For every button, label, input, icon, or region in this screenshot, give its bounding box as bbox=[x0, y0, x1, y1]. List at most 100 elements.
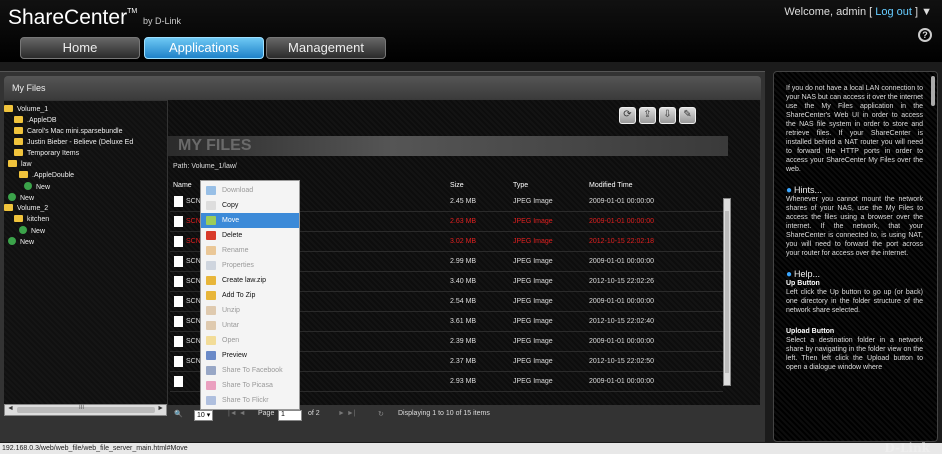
tree-item[interactable]: Carol's Mac mini.sparsebundle bbox=[14, 127, 123, 137]
scroll-thumb[interactable] bbox=[17, 407, 155, 413]
first-page-icon[interactable]: |◄ ◄ bbox=[228, 410, 246, 417]
welcome-suffix[interactable]: ] ▼ bbox=[915, 6, 932, 18]
refresh-icon[interactable]: ⟳ bbox=[619, 107, 636, 124]
cell-type: JPEG Image bbox=[513, 278, 553, 285]
title-strip bbox=[168, 136, 728, 156]
files-title: MY FILES bbox=[178, 137, 252, 154]
menu-item-download[interactable]: Download bbox=[201, 183, 299, 198]
menu-item-rename[interactable]: Rename bbox=[201, 243, 299, 258]
help-heading: ● Help... bbox=[786, 269, 821, 280]
tree-item-label: .AppleDB bbox=[27, 117, 57, 124]
menu-item-move[interactable]: Move bbox=[201, 213, 299, 228]
menu-item-share-to-flickr[interactable]: Share To Flickr bbox=[201, 393, 299, 408]
page-input[interactable]: 1 bbox=[278, 410, 302, 421]
page-size-select[interactable]: 10 ▾ bbox=[194, 410, 214, 421]
sharecenter-logo: ShareCenterTM by D-Link bbox=[8, 6, 181, 30]
menu-item-share-to-facebook[interactable]: Share To Facebook bbox=[201, 363, 299, 378]
help-icon[interactable]: ? bbox=[918, 28, 932, 42]
scroll-right-arrow[interactable]: ► bbox=[157, 405, 164, 412]
tree-item-label: Temporary Items bbox=[27, 150, 80, 157]
tree-item[interactable]: kitchen bbox=[14, 215, 49, 225]
menu-item-label: Share To Flickr bbox=[222, 397, 269, 404]
displaying-text: Displaying 1 to 10 of 15 items bbox=[398, 410, 490, 417]
page-total: of 2 bbox=[308, 410, 320, 417]
cell-modified: 2012-10-15 22:02:50 bbox=[589, 358, 654, 365]
app-name: ShareCenter bbox=[8, 6, 128, 29]
menu-item-label: Share To Facebook bbox=[222, 367, 283, 374]
list-vertical-scrollbar[interactable] bbox=[723, 198, 731, 386]
delete-icon bbox=[206, 231, 216, 240]
menu-item-add-to-zip[interactable]: Add To Zip bbox=[201, 288, 299, 303]
tab-management[interactable]: Management bbox=[266, 37, 386, 59]
cell-modified: 2009-01-01 00:00:00 bbox=[589, 198, 654, 205]
tree-item[interactable]: New bbox=[19, 226, 45, 236]
list-scroll-thumb[interactable] bbox=[725, 211, 729, 373]
cell-size: 2.39 MB bbox=[450, 338, 477, 345]
folder-icon bbox=[19, 171, 28, 178]
upload-icon[interactable]: ⇪ bbox=[639, 107, 656, 124]
path-label: Path: bbox=[173, 163, 190, 170]
menu-item-properties[interactable]: Properties bbox=[201, 258, 299, 273]
column-name[interactable]: Name bbox=[173, 182, 192, 189]
menu-item-untar[interactable]: Untar bbox=[201, 318, 299, 333]
menu-item-label: Open bbox=[222, 337, 240, 344]
up-button-text: Left click the Up button to go up (or ba… bbox=[786, 289, 923, 314]
tree-item[interactable]: .AppleDB bbox=[14, 116, 57, 126]
menu-item-copy[interactable]: Copy bbox=[201, 198, 299, 213]
menu-item-delete[interactable]: Delete bbox=[201, 228, 299, 243]
menu-item-open[interactable]: Open bbox=[201, 333, 299, 348]
properties-icon bbox=[206, 261, 216, 270]
tree-item[interactable]: law bbox=[8, 160, 32, 170]
file-icon bbox=[174, 276, 183, 287]
help-scrollbar[interactable] bbox=[931, 76, 935, 106]
menu-item-unzip[interactable]: Unzip bbox=[201, 303, 299, 318]
menu-item-label: Delete bbox=[222, 232, 243, 239]
logout-link[interactable]: Log out bbox=[875, 6, 912, 18]
tree-item[interactable]: Temporary Items bbox=[14, 149, 79, 159]
scroll-left-arrow[interactable]: ◄ bbox=[7, 405, 14, 412]
refresh-icon[interactable]: ↻ bbox=[378, 410, 384, 418]
scroll-grip: III bbox=[79, 405, 85, 411]
menu-item-label: Move bbox=[222, 217, 240, 224]
tree-item[interactable]: New bbox=[8, 237, 34, 247]
tab-home[interactable]: Home bbox=[20, 37, 140, 59]
tree-item[interactable]: New bbox=[8, 193, 34, 203]
tree-item[interactable]: Justin Bieber - Believe (Deluxe Ed bbox=[14, 138, 133, 148]
plus-icon bbox=[8, 237, 16, 245]
cell-type: JPEG Image bbox=[513, 298, 553, 305]
menu-item-create-law-zip[interactable]: Create law.zip bbox=[201, 273, 299, 288]
tree-horizontal-scrollbar[interactable]: ◄ III ► bbox=[4, 404, 167, 416]
tree-item-label: law bbox=[21, 161, 32, 168]
cell-size: 2.45 MB bbox=[450, 198, 477, 205]
tree-item-label: New bbox=[36, 184, 51, 191]
cell-size: 3.02 MB bbox=[450, 238, 477, 245]
cell-modified: 2009-01-01 00:00:00 bbox=[589, 298, 654, 305]
tree-item[interactable]: .AppleDouble bbox=[19, 171, 74, 181]
tree-item[interactable]: New bbox=[24, 182, 50, 192]
cell-modified: 2012-10-15 22:02:18 bbox=[589, 238, 654, 245]
edit-icon[interactable]: ✎ bbox=[679, 107, 696, 124]
plus-icon bbox=[24, 182, 32, 190]
menu-item-label: Add To Zip bbox=[222, 292, 256, 299]
menu-item-label: Preview bbox=[222, 352, 247, 359]
column-modified[interactable]: Modified Time bbox=[589, 182, 633, 189]
tree-item[interactable]: Volume_2 bbox=[4, 204, 48, 214]
tab-applications[interactable]: Applications bbox=[144, 37, 264, 59]
tree-item-label: New bbox=[20, 195, 35, 202]
tree-item-label: .AppleDouble bbox=[32, 172, 75, 179]
up-button-heading: Up Button bbox=[786, 280, 820, 287]
cell-type: JPEG Image bbox=[513, 238, 553, 245]
search-icon[interactable]: 🔍 bbox=[174, 410, 183, 418]
column-type[interactable]: Type bbox=[513, 182, 528, 189]
path-row: Path: Volume_1/law/ bbox=[173, 163, 237, 170]
download-icon[interactable]: ⇩ bbox=[659, 107, 676, 124]
menu-item-share-to-picasa[interactable]: Share To Picasa bbox=[201, 378, 299, 393]
next-page-icon[interactable]: ► ►| bbox=[338, 410, 356, 417]
tree-item[interactable]: Volume_1 bbox=[4, 105, 48, 115]
folder-icon bbox=[14, 127, 23, 134]
folder-icon bbox=[8, 160, 17, 167]
folder-icon bbox=[4, 105, 13, 112]
column-size[interactable]: Size bbox=[450, 182, 464, 189]
menu-item-preview[interactable]: Preview bbox=[201, 348, 299, 363]
tree-item-label: kitchen bbox=[27, 216, 50, 223]
